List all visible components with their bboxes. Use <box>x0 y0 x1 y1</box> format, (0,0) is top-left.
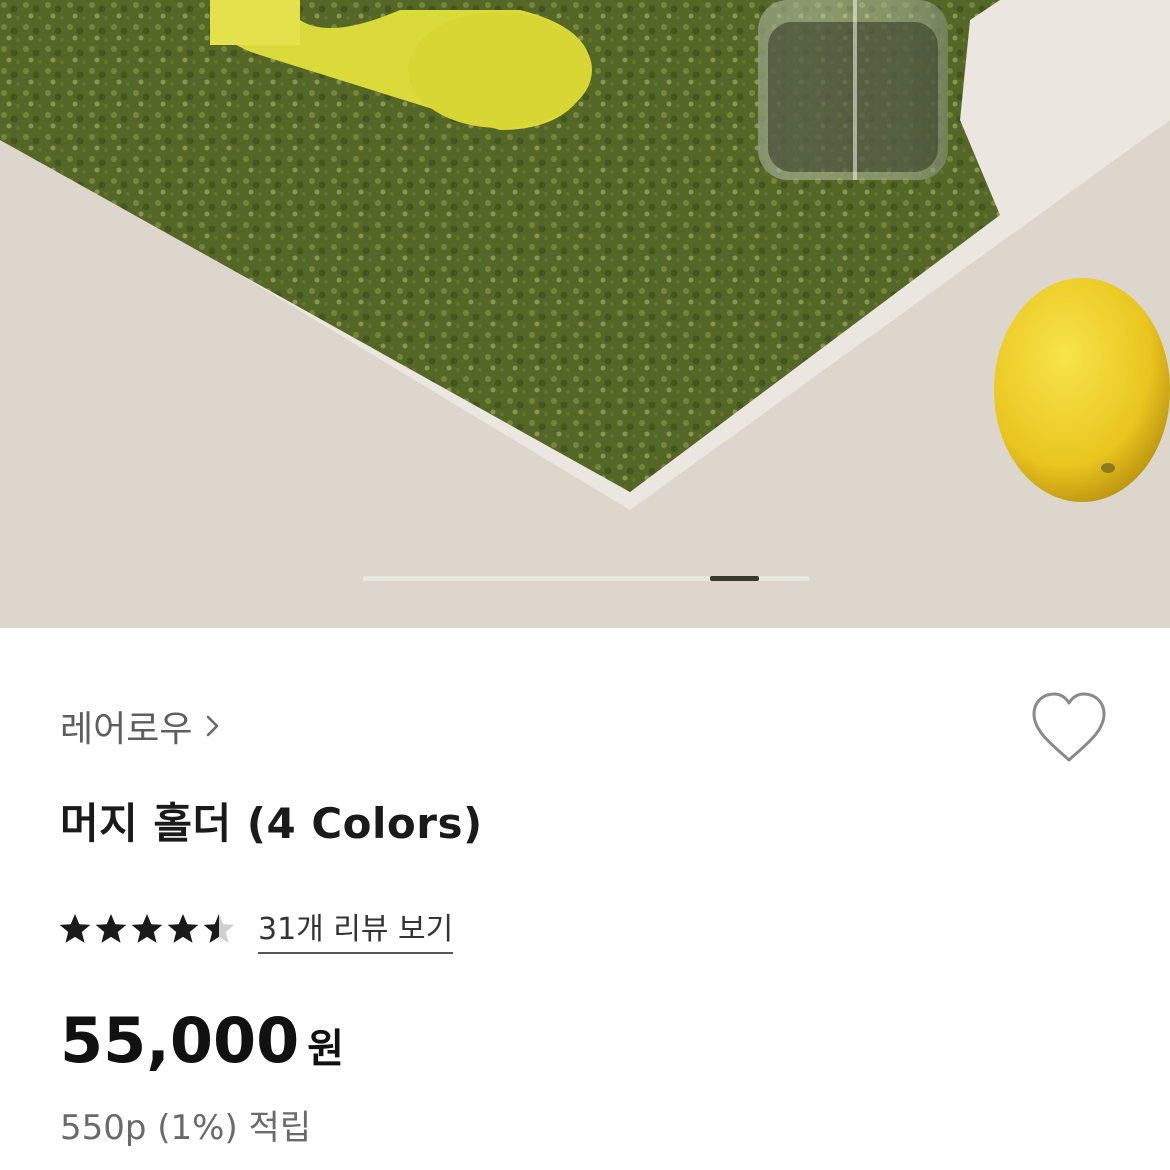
star-icon <box>203 914 235 943</box>
product-title: 머지 홀더 (4 Colors) <box>60 799 483 848</box>
rating-row: 31개 리뷰 보기 <box>58 904 454 954</box>
carousel-progress-thumb <box>709 576 760 581</box>
price-unit: 원 <box>307 1026 345 1072</box>
reward-points: 550p (1%) 적립 <box>60 1108 312 1148</box>
product-photo <box>0 0 1170 628</box>
product-image-carousel[interactable] <box>0 0 1170 628</box>
star-icon <box>59 914 91 943</box>
star-icon <box>167 914 199 943</box>
brand-link[interactable]: 레어로우 <box>60 700 222 752</box>
chevron-right-icon <box>207 715 219 737</box>
heart-outline-icon <box>1032 692 1106 762</box>
review-link[interactable]: 31개 리뷰 보기 <box>258 904 454 954</box>
brand-name: 레어로우 <box>60 709 193 750</box>
carousel-progress-indicator <box>363 576 809 581</box>
star-icon <box>95 914 127 943</box>
price-value: 55,000 <box>60 1004 300 1077</box>
price-row: 55,000 원 <box>60 1004 344 1077</box>
product-detail-page: 레어로우 머지 홀더 (4 Colors) 31개 리뷰 보기 55,000 원… <box>0 0 1170 1170</box>
rating-stars <box>58 912 236 946</box>
wish-button[interactable] <box>1024 688 1114 768</box>
star-icon <box>131 914 163 943</box>
